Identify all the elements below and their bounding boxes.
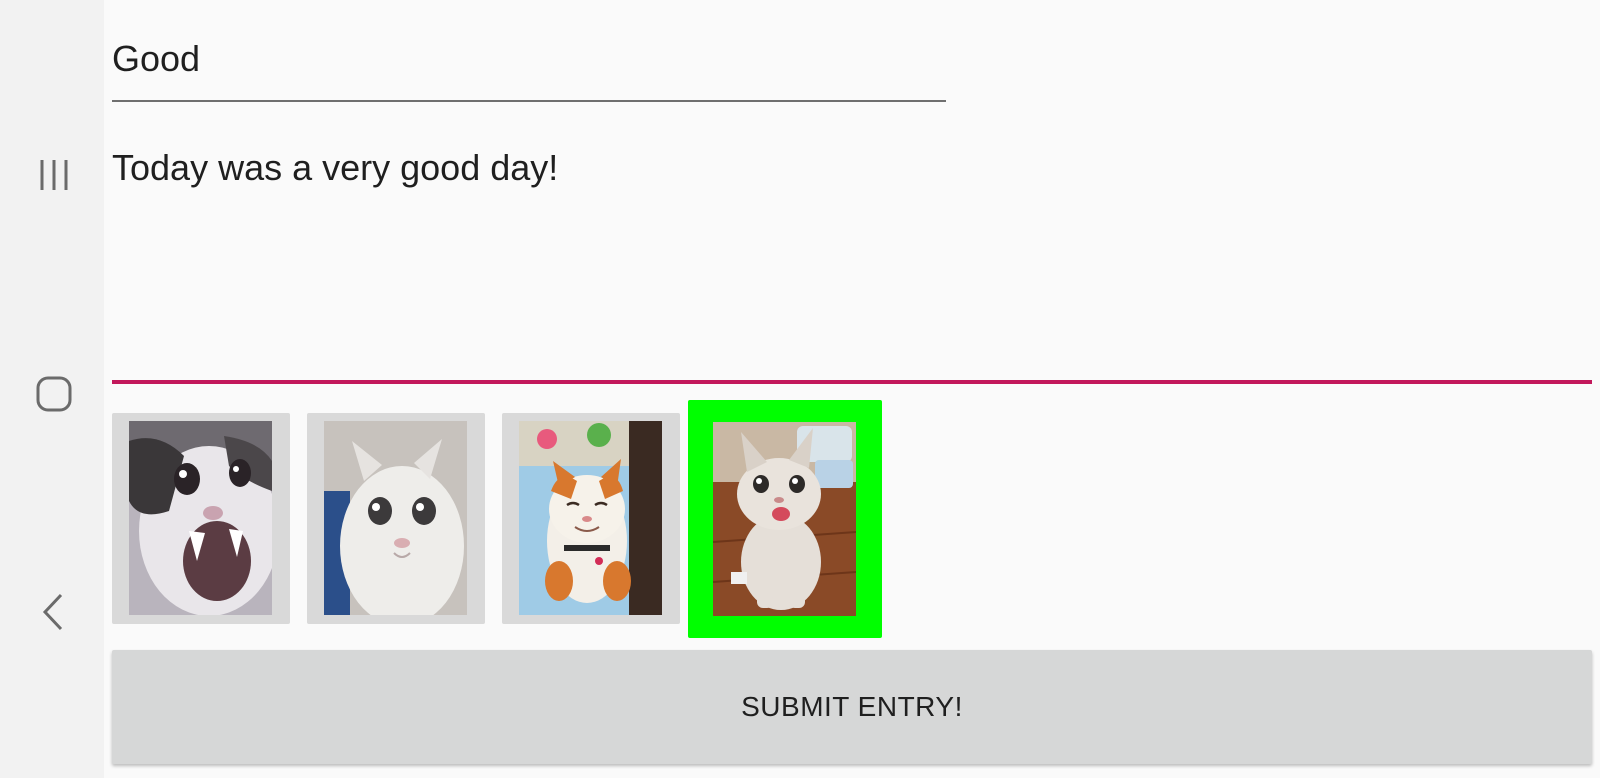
system-navigation-bar <box>0 0 104 778</box>
crying-screaming-cat-image <box>129 421 272 615</box>
entry-body-field[interactable]: Today was a very good day! <box>112 126 1592 384</box>
back-button[interactable] <box>22 580 86 644</box>
entry-body-text: Today was a very good day! <box>112 147 559 188</box>
mood-image-option-sad-cat[interactable] <box>307 413 485 624</box>
smiling-orange-cat-image <box>519 421 662 615</box>
recents-button[interactable] <box>22 143 86 207</box>
happy-grey-cat-image <box>713 422 856 616</box>
submit-entry-button[interactable]: SUBMIT ENTRY! <box>112 650 1592 764</box>
entry-title-text: Good <box>112 38 201 79</box>
mood-image-option-smiling-cat[interactable] <box>502 413 680 624</box>
mood-image-picker <box>112 400 1012 640</box>
mood-image-option-crying-cat[interactable] <box>112 413 290 624</box>
home-icon <box>36 376 72 412</box>
recents-icon <box>40 160 68 190</box>
back-icon <box>42 593 63 631</box>
submit-entry-label: SUBMIT ENTRY! <box>741 691 963 722</box>
home-button[interactable] <box>22 362 86 426</box>
mood-image-option-happy-cat-selected[interactable] <box>688 400 882 638</box>
journal-entry-form: Good Today was a very good day! SUBMIT E… <box>112 0 1592 778</box>
crying-white-cat-image <box>324 421 467 615</box>
entry-title-field[interactable]: Good <box>112 26 946 102</box>
